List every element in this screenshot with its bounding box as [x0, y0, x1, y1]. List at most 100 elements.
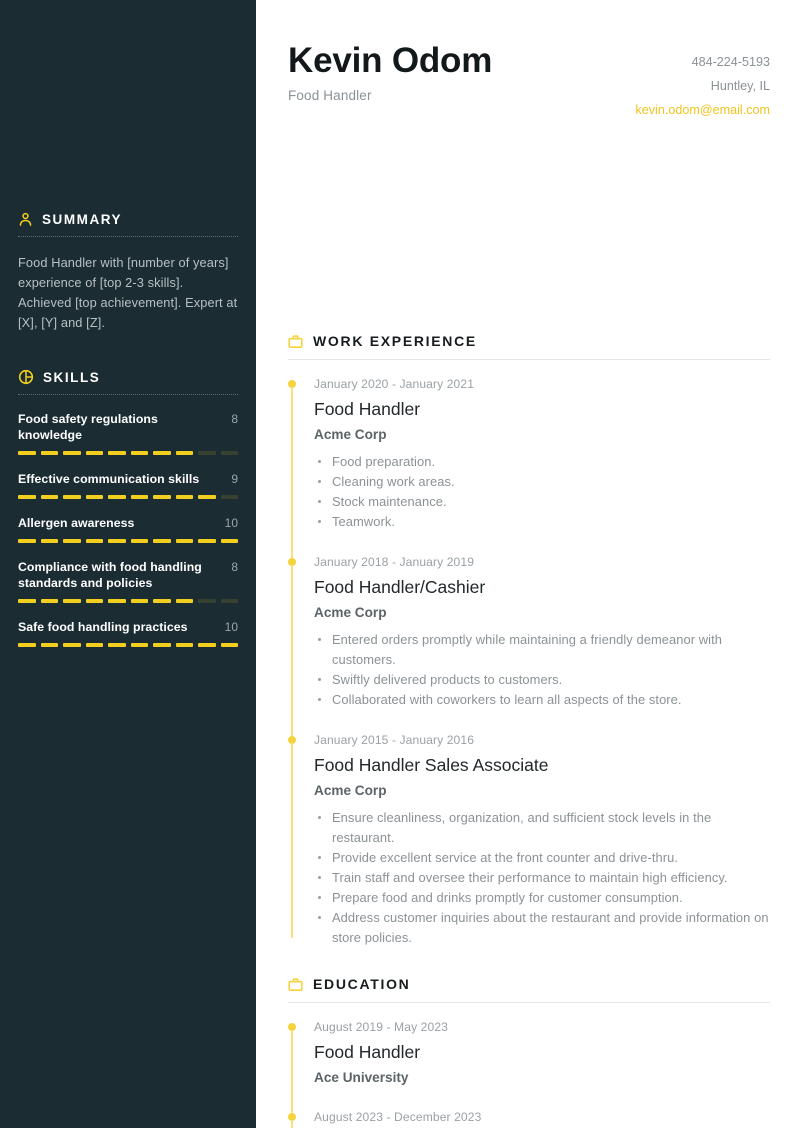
entry-bullet-list: Food preparation. Cleaning work areas. Sto… — [314, 452, 770, 532]
skill-label: Effective communication skills — [18, 472, 200, 486]
skill-rating-segment — [130, 451, 148, 455]
entry-bullet: Ensure cleanliness, organization, and su… — [314, 808, 770, 848]
work-experience-title: WORK EXPERIENCE — [313, 333, 477, 349]
skill-rating-segment — [175, 451, 193, 455]
skill-rating-segment — [108, 539, 126, 543]
entry-title: Food Handler — [314, 399, 421, 419]
skill-row: Safe food handling practices 10 — [18, 619, 238, 635]
skill-rating-bar — [18, 539, 238, 543]
entry-organization: Acme Corp — [314, 605, 387, 620]
skill-item: Food safety regulations knowledge 8 — [18, 411, 238, 455]
skill-rating-segment — [153, 451, 171, 455]
entry-date: August 2023 - December 2023 — [314, 1110, 482, 1124]
skill-rating-segment — [198, 643, 216, 647]
skill-rating-segment — [130, 599, 148, 603]
skill-rating-segment — [108, 599, 126, 603]
skill-rating-segment — [130, 539, 148, 543]
skill-rating-segment — [198, 539, 216, 543]
skill-rating-segment — [63, 451, 81, 455]
summary-text: Food Handler with [number of years] expe… — [18, 255, 238, 330]
header-job-title: Food Handler — [288, 88, 372, 103]
work-experience-timeline: January 2020 - January 2021 Food Handler A… — [288, 360, 770, 948]
skill-rating-bar — [18, 643, 238, 647]
timeline-entry: January 2018 - January 2019 Food Handler/… — [288, 554, 770, 740]
sidebar: SUMMARY Food Handler with [number of yea… — [0, 0, 256, 1128]
skill-rating-segment — [63, 495, 81, 499]
identity-block: Kevin Odom Food Handler — [288, 40, 492, 103]
skill-rating-bar — [18, 599, 238, 603]
skill-score: 10 — [224, 516, 238, 530]
skill-label: Allergen awareness — [18, 516, 135, 530]
entry-bullet-list: Entered orders promptly while maintainin… — [314, 630, 770, 710]
timeline-entry: August 2023 - December 2023Food Handler … — [288, 1109, 770, 1128]
entry-organization: Ace University — [314, 1070, 409, 1085]
skills-list: Food safety regulations knowledge 8 Effect… — [18, 411, 238, 647]
summary-header: SUMMARY — [18, 212, 238, 236]
entry-date: January 2015 - January 2016 — [314, 733, 475, 747]
entry-bullet: Prepare food and drinks promptly for cus… — [314, 888, 770, 908]
skill-rating-segment — [130, 643, 148, 647]
skill-rating-segment — [18, 599, 36, 603]
resume-page: SUMMARY Food Handler with [number of yea… — [0, 0, 800, 1128]
timeline-entry: January 2020 - January 2021 Food Handler A… — [288, 376, 770, 562]
timeline-entry: January 2015 - January 2016 Food Handler … — [288, 732, 770, 948]
briefcase-icon — [288, 334, 303, 349]
entry-bullet: Train staff and oversee their performanc… — [314, 868, 770, 888]
resume-header: Kevin Odom Food Handler 484-224-5193 Hun… — [288, 0, 770, 122]
skill-rating-segment — [153, 643, 171, 647]
skill-rating-segment — [63, 539, 81, 543]
skill-rating-segment — [130, 495, 148, 499]
skill-label: Safe food handling practices — [18, 620, 188, 634]
skill-rating-segment — [108, 495, 126, 499]
skill-rating-segment — [220, 539, 238, 543]
skill-score: 8 — [231, 560, 238, 574]
skill-rating-segment — [153, 539, 171, 543]
skill-item: Allergen awareness 10 — [18, 515, 238, 543]
skills-divider — [18, 394, 238, 395]
education-timeline: August 2019 - May 2023 Food Handler Ace Un… — [288, 1003, 770, 1128]
skill-rating-bar — [18, 451, 238, 455]
contact-email[interactable]: kevin.odom@email.com — [635, 98, 770, 122]
entry-organization: Acme Corp — [314, 783, 387, 798]
entry-title: Food Handler/Cashier — [314, 577, 486, 597]
entry-title: Food Handler Sales Associate — [314, 755, 549, 775]
main-content: Kevin Odom Food Handler 484-224-5193 Hun… — [256, 0, 800, 1128]
skill-rating-segment — [18, 643, 36, 647]
entry-date: January 2018 - January 2019 — [314, 555, 475, 569]
sidebar-section-skills: SKILLS Food safety regulations knowledge… — [18, 333, 238, 647]
skill-rating-segment — [63, 643, 81, 647]
entry-organization: Acme Corp — [314, 427, 387, 442]
entry-bullet: Stock maintenance. — [314, 492, 770, 512]
entry-bullet: Collaborated with coworkers to learn all… — [314, 690, 770, 710]
skill-rating-segment — [153, 599, 171, 603]
skills-header: SKILLS — [18, 369, 238, 394]
skill-score: 9 — [231, 472, 238, 486]
contact-location: Huntley, IL — [710, 79, 770, 93]
skill-rating-segment — [40, 643, 58, 647]
entry-date: January 2020 - January 2021 — [314, 377, 475, 391]
skill-rating-segment — [175, 643, 193, 647]
skill-item: Effective communication skills 9 — [18, 471, 238, 499]
entry-bullet: Provide excellent service at the front c… — [314, 848, 770, 868]
skill-rating-segment — [108, 643, 126, 647]
skill-rating-segment — [18, 539, 36, 543]
skill-item: Safe food handling practices 10 — [18, 619, 238, 647]
section-work-experience: WORK EXPERIENCE January 2020 - January 2… — [288, 122, 770, 948]
skill-rating-segment — [220, 599, 238, 603]
entry-bullet: Teamwork. — [314, 512, 770, 532]
entry-bullet: Cleaning work areas. — [314, 472, 770, 492]
skill-rating-segment — [40, 495, 58, 499]
education-header: EDUCATION — [288, 976, 770, 992]
skill-row: Allergen awareness 10 — [18, 515, 238, 531]
skill-row: Compliance with food handling standards … — [18, 559, 238, 591]
entry-bullet: Food preparation. — [314, 452, 770, 472]
skill-rating-segment — [220, 451, 238, 455]
skill-rating-segment — [175, 539, 193, 543]
summary-divider — [18, 236, 238, 237]
summary-title: SUMMARY — [42, 212, 123, 227]
skill-score: 10 — [224, 620, 238, 634]
skill-label: Compliance with food handling standards … — [18, 560, 202, 590]
entry-bullet-list: Ensure cleanliness, organization, and su… — [314, 808, 770, 948]
sidebar-section-summary: SUMMARY Food Handler with [number of yea… — [18, 0, 238, 333]
entry-bullet: Address customer inquiries about the res… — [314, 908, 770, 948]
